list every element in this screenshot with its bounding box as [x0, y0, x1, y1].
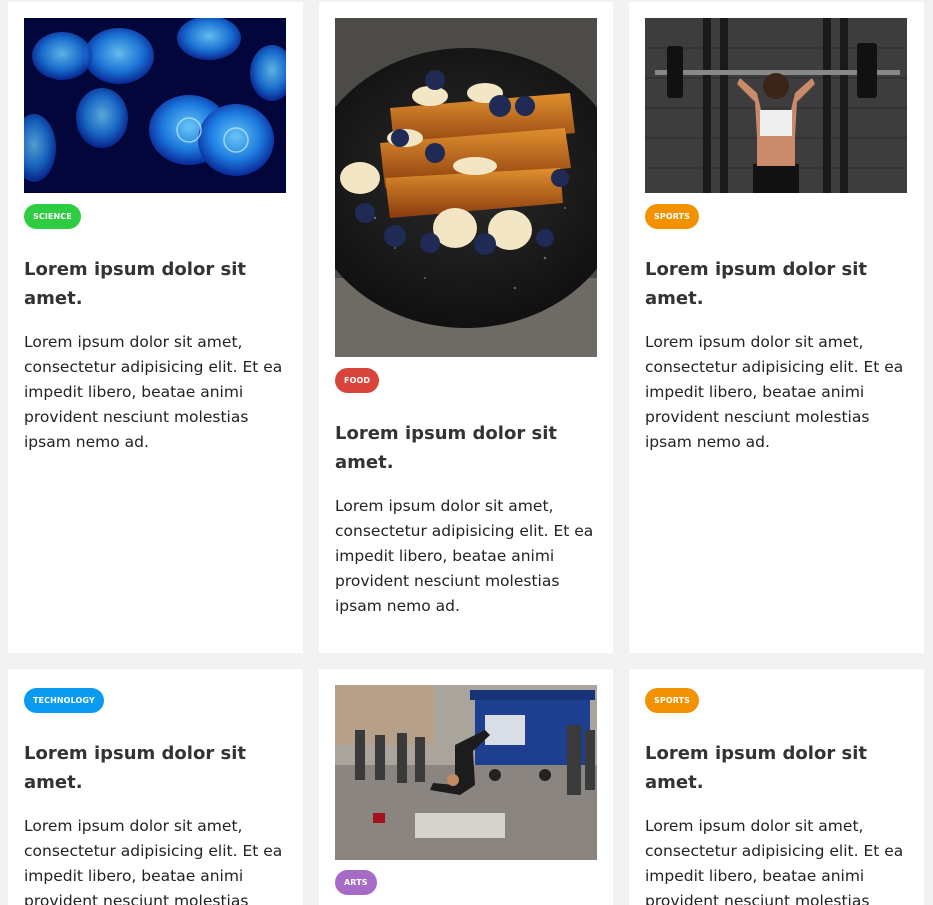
- card-excerpt: Lorem ipsum dolor sit amet, consectetur …: [335, 497, 594, 615]
- article-card-science[interactable]: SCIENCE Lorem ipsum dolor sit amet. Lore…: [8, 2, 303, 653]
- card-title[interactable]: Lorem ipsum dolor sit amet.: [645, 739, 908, 797]
- card-excerpt: Lorem ipsum dolor sit amet, consectetur …: [645, 817, 904, 905]
- weightlifting-image[interactable]: [645, 18, 907, 193]
- french-toast-image[interactable]: [335, 18, 597, 357]
- article-card-sports-2[interactable]: SPORTS Lorem ipsum dolor sit amet. Lorem…: [629, 669, 924, 905]
- article-card-arts[interactable]: ARTS: [319, 669, 613, 905]
- card-title[interactable]: Lorem ipsum dolor sit amet.: [24, 739, 287, 797]
- category-tag[interactable]: FOOD: [335, 368, 380, 393]
- article-card-technology[interactable]: TECHNOLOGY Lorem ipsum dolor sit amet. L…: [8, 669, 303, 905]
- card-title[interactable]: Lorem ipsum dolor sit amet.: [335, 419, 597, 477]
- category-tag[interactable]: SPORTS: [645, 204, 700, 229]
- card-excerpt: Lorem ipsum dolor sit amet, consectetur …: [645, 333, 904, 451]
- category-tag[interactable]: ARTS: [335, 870, 377, 895]
- card-excerpt: Lorem ipsum dolor sit amet, consectetur …: [24, 817, 283, 905]
- category-tag[interactable]: SCIENCE: [24, 204, 81, 229]
- category-tag[interactable]: SPORTS: [645, 688, 700, 713]
- article-card-food[interactable]: FOOD Lorem ipsum dolor sit amet. Lorem i…: [319, 2, 613, 653]
- breakdancer-image[interactable]: [335, 685, 597, 860]
- card-title[interactable]: Lorem ipsum dolor sit amet.: [645, 255, 908, 313]
- article-card-sports[interactable]: SPORTS Lorem ipsum dolor sit amet. Lorem…: [629, 2, 924, 653]
- jellyfish-image[interactable]: [24, 18, 286, 193]
- card-excerpt: Lorem ipsum dolor sit amet, consectetur …: [24, 333, 283, 451]
- card-title[interactable]: Lorem ipsum dolor sit amet.: [24, 255, 287, 313]
- category-tag[interactable]: TECHNOLOGY: [24, 688, 104, 713]
